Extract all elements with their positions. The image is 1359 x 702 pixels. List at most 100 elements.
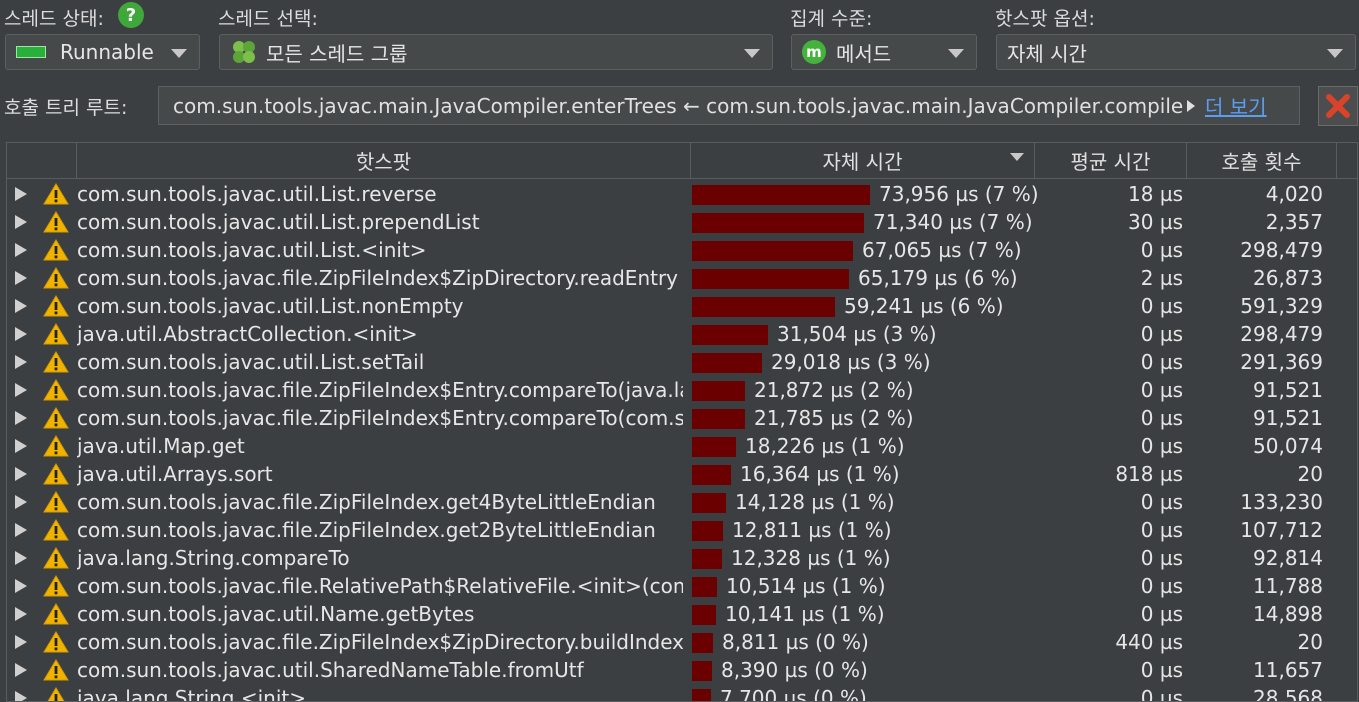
warning-icon	[43, 516, 69, 544]
expand-arrow-icon[interactable]	[15, 383, 27, 397]
table-row[interactable]: com.sun.tools.javac.util.Name.getBytes 10…	[7, 600, 1357, 628]
self-time-bar	[692, 437, 736, 457]
table-row[interactable]: com.sun.tools.javac.file.ZipFileIndex.ge…	[7, 488, 1357, 516]
table-row[interactable]: com.sun.tools.javac.util.List.nonEmpty 59…	[7, 292, 1357, 320]
table-row[interactable]: com.sun.tools.javac.file.ZipFileIndex$Zi…	[7, 628, 1357, 656]
expand-arrow-icon[interactable]	[15, 467, 27, 481]
self-time-bar	[692, 689, 711, 701]
expand-arrow-icon[interactable]	[15, 411, 27, 425]
method-icon: m	[802, 40, 826, 64]
header-call-count[interactable]: 호출 횟수	[1187, 143, 1337, 178]
thread-select-value: 모든 스레드 그룹	[266, 41, 408, 66]
table-row[interactable]: com.sun.tools.javac.file.RelativePath$Re…	[7, 572, 1357, 600]
warning-icon	[43, 236, 69, 264]
hotspots-table: 핫스팟 자체 시간 평균 시간 호출 횟수 com.sun.tools.java…	[6, 142, 1358, 702]
expand-arrow-icon[interactable]	[15, 551, 27, 565]
expand-arrow-icon[interactable]	[15, 215, 27, 229]
warning-icon	[43, 656, 69, 684]
warning-icon	[43, 572, 69, 600]
remove-root-button[interactable]	[1318, 86, 1358, 126]
table-row[interactable]: java.lang.String.<init> 7,700 µs (0 %) 0 µ…	[7, 684, 1357, 702]
self-time-bar	[692, 213, 864, 233]
expand-arrow-icon[interactable]	[15, 187, 27, 201]
header-hotspot[interactable]: 핫스팟	[77, 143, 691, 178]
table-row[interactable]: com.sun.tools.javac.file.ZipFileIndex.ge…	[7, 516, 1357, 544]
table-row[interactable]: com.sun.tools.javac.util.List.setTail 29,…	[7, 348, 1357, 376]
self-time-bar	[692, 409, 745, 429]
thread-state-combo[interactable]: Runnable	[5, 34, 200, 70]
avg-time-value: 0 µs	[1140, 546, 1183, 570]
avg-time-value: 30 µs	[1128, 210, 1183, 234]
call-tree-root-field: com.sun.tools.javac.main.JavaCompiler.en…	[158, 86, 1300, 125]
expand-arrow-icon[interactable]	[15, 299, 27, 313]
expand-arrow-icon[interactable]	[15, 663, 27, 677]
help-icon[interactable]: ?	[118, 2, 144, 28]
self-time-value: 8,390 µs (0 %)	[721, 658, 868, 682]
expand-arrow-icon[interactable]	[15, 495, 27, 509]
hotspot-options-combo[interactable]: 자체 시간	[996, 34, 1356, 70]
expand-arrow-icon[interactable]	[15, 691, 27, 701]
expand-arrow-icon[interactable]	[15, 355, 27, 369]
expand-arrow-icon[interactable]	[15, 439, 27, 453]
expand-arrow-icon[interactable]	[15, 243, 27, 257]
table-row[interactable]: com.sun.tools.javac.util.SharedNameTable…	[7, 656, 1357, 684]
table-row[interactable]: java.util.AbstractCollection.<init> 31,50…	[7, 320, 1357, 348]
hotspot-method-name: java.lang.String.<init>	[77, 686, 306, 702]
expand-arrow-icon[interactable]	[15, 327, 27, 341]
avg-time-value: 0 µs	[1140, 434, 1183, 458]
table-row[interactable]: com.sun.tools.javac.util.List.reverse 73,…	[7, 180, 1357, 208]
hotspot-method-name: java.util.Map.get	[77, 434, 245, 458]
expand-arrow-icon[interactable]	[15, 579, 27, 593]
table-row[interactable]: java.lang.String.compareTo 12,328 µs (1 %…	[7, 544, 1357, 572]
warning-icon	[43, 320, 69, 348]
call-count-value: 298,479	[1240, 322, 1323, 346]
warning-icon	[43, 460, 69, 488]
self-time-bar	[692, 185, 870, 205]
table-row[interactable]: com.sun.tools.javac.file.ZipFileIndex$En…	[7, 404, 1357, 432]
expand-arrow-icon[interactable]	[15, 523, 27, 537]
self-time-bar	[692, 605, 716, 625]
call-count-value: 133,230	[1240, 490, 1323, 514]
warning-icon	[43, 600, 69, 628]
hotspot-method-name: com.sun.tools.javac.util.List.<init>	[77, 238, 427, 262]
table-row[interactable]: com.sun.tools.javac.file.ZipFileIndex$En…	[7, 376, 1357, 404]
avg-time-value: 18 µs	[1128, 182, 1183, 206]
avg-time-value: 0 µs	[1140, 378, 1183, 402]
warning-icon	[43, 376, 69, 404]
call-count-value: 26,873	[1253, 266, 1323, 290]
self-time-bar	[692, 577, 717, 597]
header-self-time[interactable]: 자체 시간	[691, 143, 1035, 178]
hotspot-method-name: com.sun.tools.javac.util.List.prependLis…	[77, 210, 480, 234]
self-time-value: 73,956 µs (7 %)	[879, 182, 1039, 206]
table-row[interactable]: java.util.Map.get 18,226 µs (1 %) 0 µs 50,0…	[7, 432, 1357, 460]
self-time-value: 21,785 µs (2 %)	[754, 406, 914, 430]
show-more-link[interactable]: 더 보기	[1205, 91, 1267, 120]
table-row[interactable]: com.sun.tools.javac.util.List.<init> 67,0…	[7, 236, 1357, 264]
warning-icon	[43, 432, 69, 460]
self-time-value: 29,018 µs (3 %)	[771, 350, 931, 374]
avg-time-value: 818 µs	[1115, 462, 1183, 486]
chevron-down-icon	[171, 49, 187, 58]
aggregation-level-value: 메서드	[836, 41, 892, 66]
overflow-arrow-icon	[1187, 99, 1195, 112]
call-count-value: 298,479	[1240, 238, 1323, 262]
expand-arrow-icon[interactable]	[15, 607, 27, 621]
avg-time-value: 0 µs	[1140, 686, 1183, 702]
chevron-down-icon	[1327, 49, 1343, 58]
self-time-bar	[692, 381, 745, 401]
avg-time-value: 440 µs	[1115, 630, 1183, 654]
header-avg-time[interactable]: 평균 시간	[1035, 143, 1187, 178]
expand-arrow-icon[interactable]	[15, 271, 27, 285]
self-time-bar	[692, 493, 726, 513]
aggregation-level-combo[interactable]: m 메서드	[791, 34, 977, 70]
hotspot-method-name: java.util.AbstractCollection.<init>	[77, 322, 418, 346]
table-row[interactable]: com.sun.tools.javac.file.ZipFileIndex$Zi…	[7, 264, 1357, 292]
table-row[interactable]: java.util.Arrays.sort 16,364 µs (1 %) 818 …	[7, 460, 1357, 488]
table-row[interactable]: com.sun.tools.javac.util.List.prependLis…	[7, 208, 1357, 236]
thread-select-combo[interactable]: 모든 스레드 그룹	[219, 34, 773, 70]
self-time-value: 71,340 µs (7 %)	[873, 210, 1033, 234]
self-time-value: 67,065 µs (7 %)	[862, 238, 1022, 262]
call-count-value: 91,521	[1253, 406, 1323, 430]
expand-arrow-icon[interactable]	[15, 635, 27, 649]
self-time-value: 18,226 µs (1 %)	[745, 434, 905, 458]
